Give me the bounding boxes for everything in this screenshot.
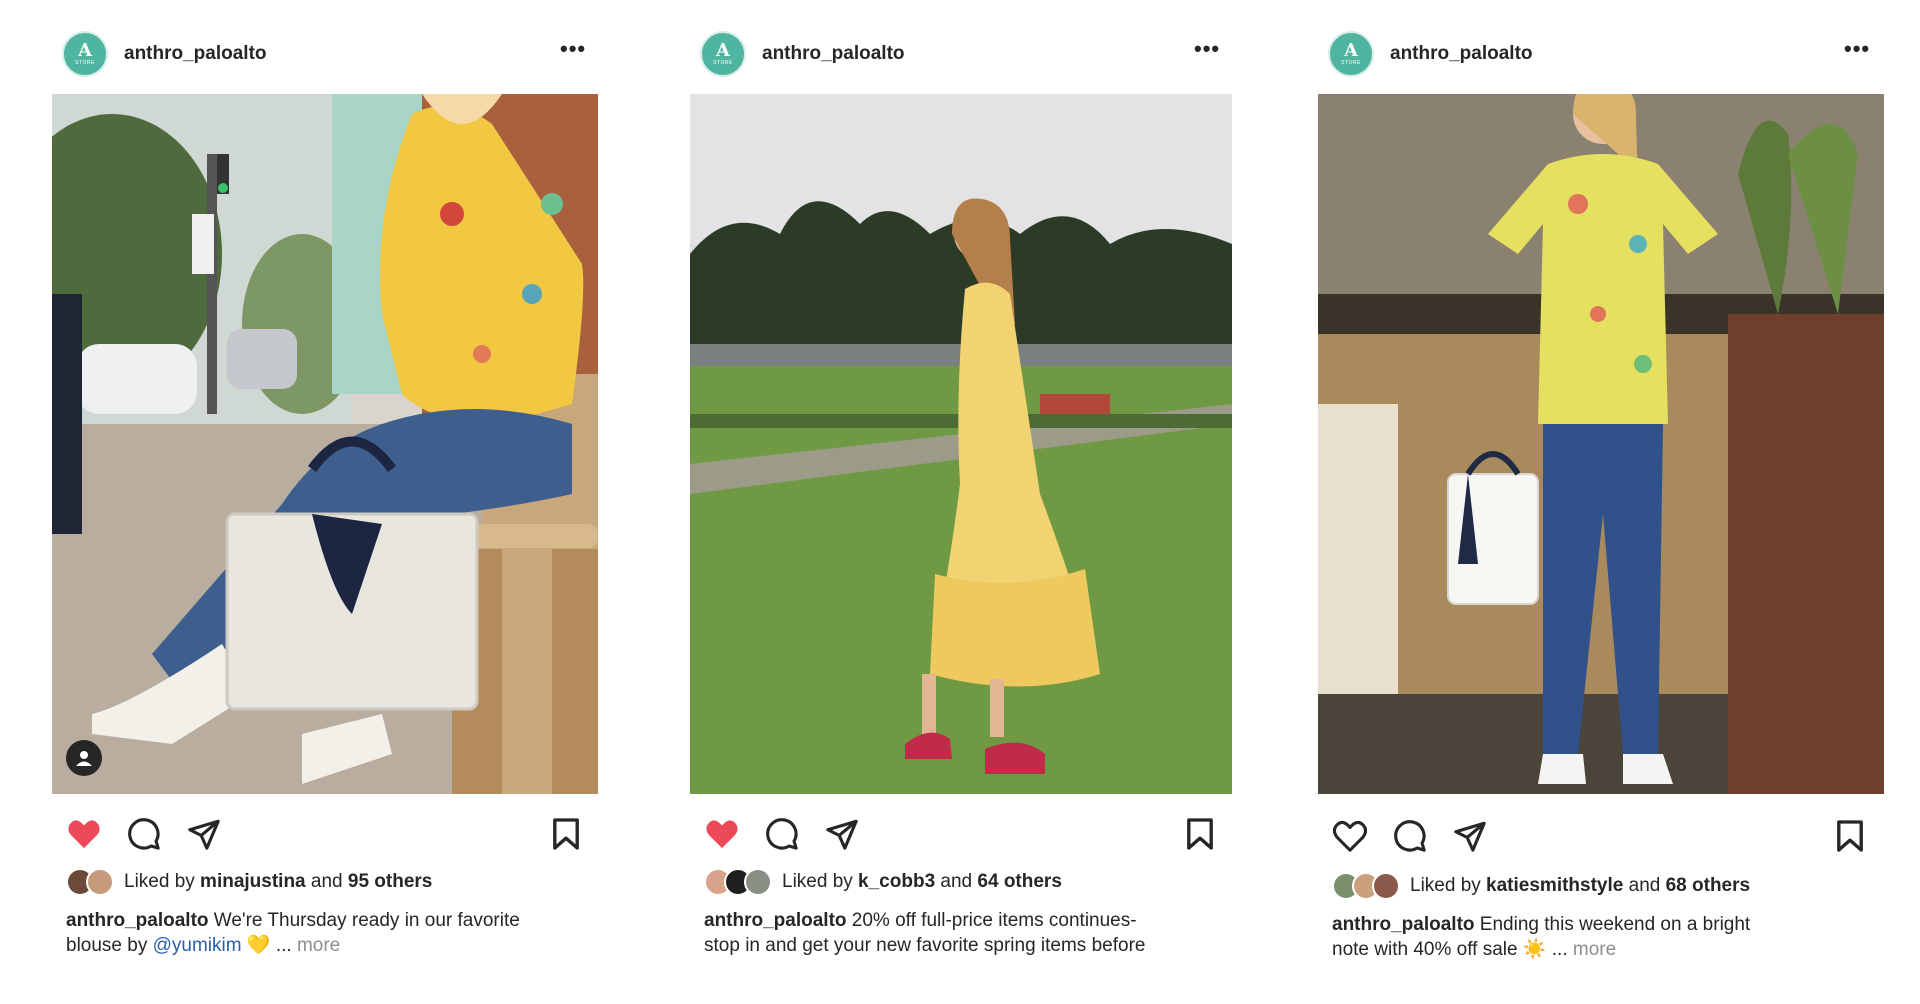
post-card-1: A STORE anthro_paloalto ••• Liked by min… <box>52 0 604 1004</box>
more-dots-icon[interactable]: ••• <box>1194 36 1220 62</box>
share-icon[interactable] <box>822 814 862 854</box>
post-photo[interactable] <box>52 94 598 794</box>
bookmark-icon[interactable] <box>1830 816 1870 856</box>
user-tag-icon[interactable] <box>66 740 102 776</box>
comment-icon[interactable] <box>124 814 164 854</box>
more-link[interactable]: more <box>297 935 340 956</box>
bookmark-icon[interactable] <box>1180 814 1220 854</box>
heart-icon[interactable] <box>64 814 104 854</box>
likes-row[interactable]: Liked by minajustina and 95 others <box>66 868 432 896</box>
action-bar <box>1330 816 1490 856</box>
park-dress-photo <box>690 94 1232 794</box>
street-outfit-photo <box>52 94 598 794</box>
caption-line: blouse by @yumikim 💛 ... more <box>66 935 341 956</box>
comment-icon[interactable] <box>1390 816 1430 856</box>
avatar[interactable]: A STORE <box>62 31 108 77</box>
action-bar <box>702 814 862 854</box>
post-header: A STORE anthro_paloalto <box>1328 30 1533 78</box>
sun-emoji: ☀️ <box>1522 939 1547 960</box>
action-bar <box>64 814 224 854</box>
avatar[interactable]: A STORE <box>1328 31 1374 77</box>
avatar <box>744 868 772 896</box>
liker-avatars <box>1332 872 1400 900</box>
avatar[interactable]: A STORE <box>700 31 746 77</box>
caption-line: note with 40% off sale ☀️ ... more <box>1332 939 1617 960</box>
post-card-2: A STORE anthro_paloalto ••• Liked by k_c… <box>690 0 1238 1004</box>
storefront-outfit-photo <box>1318 94 1884 794</box>
heart-icon[interactable] <box>1330 816 1370 856</box>
post-header: A STORE anthro_paloalto <box>62 30 267 78</box>
caption-line: stop in and get your new favorite spring… <box>704 935 1146 956</box>
post-card-3: A STORE anthro_paloalto ••• Liked by kat… <box>1318 0 1888 1004</box>
more-link[interactable]: more <box>1573 939 1616 960</box>
liker-avatars <box>66 868 114 896</box>
post-caption: anthro_paloalto We're Thursday ready in … <box>66 908 606 958</box>
username[interactable]: anthro_paloalto <box>762 43 905 65</box>
liked-by-text: Liked by minajustina and 95 others <box>124 871 433 892</box>
heart-icon[interactable] <box>702 814 742 854</box>
heart-emoji: 💛 <box>246 935 271 956</box>
avatar <box>1372 872 1400 900</box>
likes-row[interactable]: Liked by katiesmithstyle and 68 others <box>1332 872 1750 900</box>
post-caption: anthro_paloalto Ending this weekend on a… <box>1332 912 1882 962</box>
caption-line: anthro_paloalto Ending this weekend on a… <box>1332 914 1751 935</box>
more-dots-icon[interactable]: ••• <box>1844 36 1870 62</box>
bookmark-icon[interactable] <box>546 814 586 854</box>
share-icon[interactable] <box>1450 816 1490 856</box>
post-header: A STORE anthro_paloalto <box>700 30 905 78</box>
caption-line: anthro_paloalto 20% off full-price items… <box>704 910 1137 931</box>
username[interactable]: anthro_paloalto <box>1390 43 1533 65</box>
mention-link[interactable]: @yumikim <box>153 935 242 956</box>
caption-line: anthro_paloalto We're Thursday ready in … <box>66 910 520 931</box>
more-dots-icon[interactable]: ••• <box>560 36 586 62</box>
post-photo[interactable] <box>1318 94 1884 794</box>
share-icon[interactable] <box>184 814 224 854</box>
comment-icon[interactable] <box>762 814 802 854</box>
liked-by-text: Liked by k_cobb3 and 64 others <box>782 871 1062 892</box>
likes-row[interactable]: Liked by k_cobb3 and 64 others <box>704 868 1062 896</box>
post-caption: anthro_paloalto 20% off full-price items… <box>704 908 1244 958</box>
liker-avatars <box>704 868 772 896</box>
post-photo[interactable] <box>690 94 1232 794</box>
avatar <box>86 868 114 896</box>
username[interactable]: anthro_paloalto <box>124 43 267 65</box>
liked-by-text: Liked by katiesmithstyle and 68 others <box>1410 875 1751 896</box>
